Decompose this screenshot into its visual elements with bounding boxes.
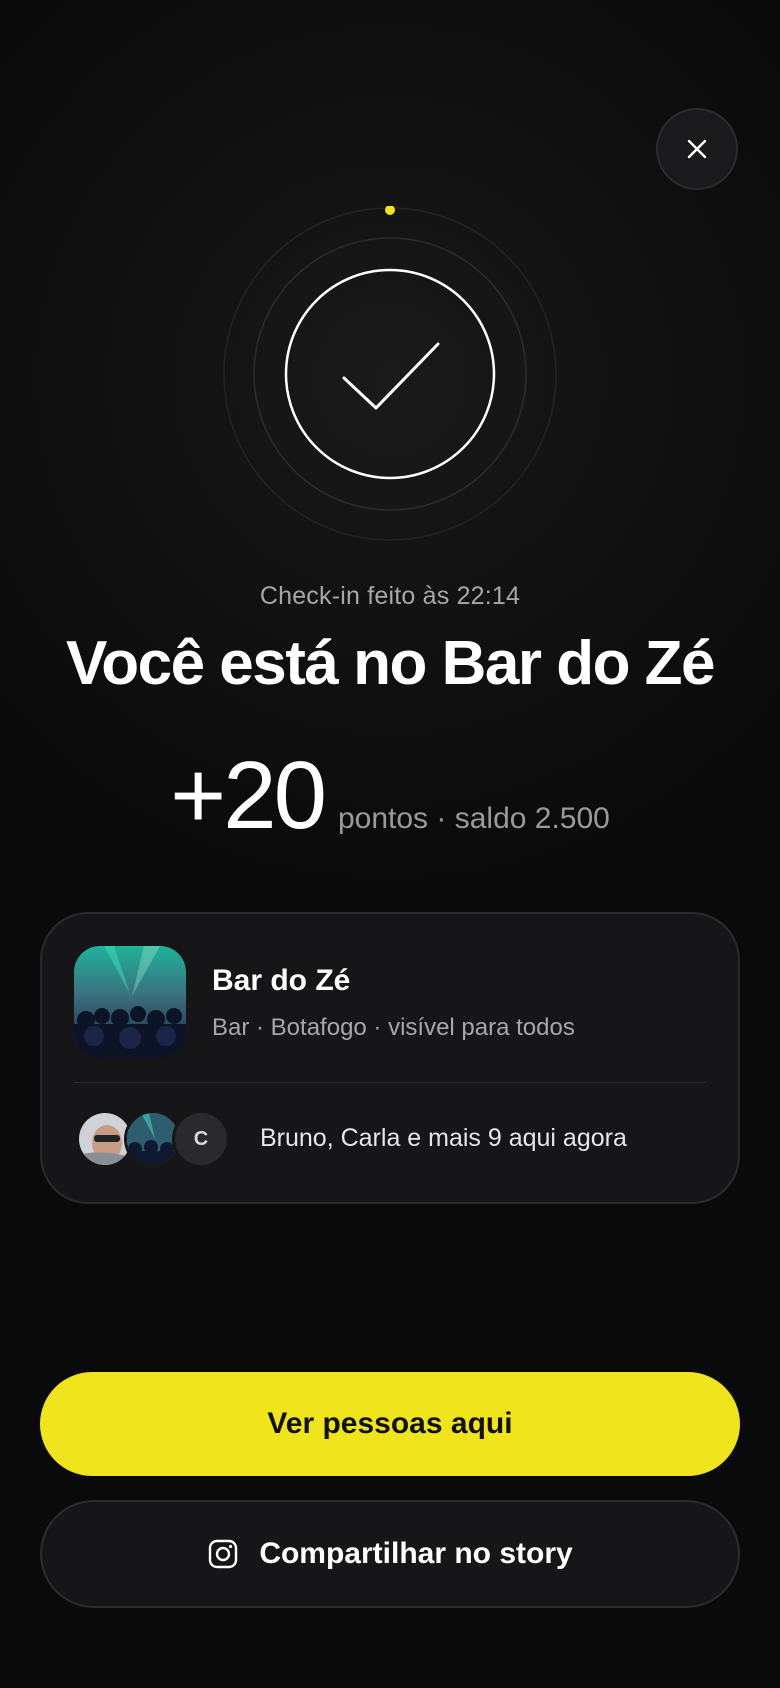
avatar-initial: C [172,1110,230,1168]
points-balance: pontos · saldo 2.500 [337,802,610,835]
page-title: Você está no Bar do Zé [65,629,716,698]
checkin-rings [223,206,557,541]
checkin-time: Check-in feito às 22:14 [259,582,521,610]
venue-meta: Bar · Botafogo · visível para todos [212,1014,575,1041]
people-here-text: Bruno, Carla e mais 9 aqui agora [260,1124,627,1152]
venue-card[interactable]: Bar do Zé Bar · Botafogo · visível para … [40,912,740,1204]
avatar-stack: C [76,1110,230,1168]
see-people-label: Ver pessoas aqui [267,1407,513,1440]
progress-dot [385,206,395,215]
venue-thumbnail [74,946,186,1058]
see-people-button[interactable]: Ver pessoas aqui [40,1372,740,1476]
close-button[interactable] [656,108,738,190]
points-earned: +20 pontos · saldo 2.500 [0,748,780,844]
points-value: +20 [170,742,327,849]
inner-ring [284,268,496,480]
check-icon [342,342,440,410]
outer-ring [223,207,557,541]
instagram-icon [209,1539,238,1569]
middle-ring [253,237,527,511]
divider [74,1082,706,1083]
share-story-button[interactable]: Compartilhar no story [40,1500,740,1608]
close-icon [687,139,707,159]
checkin-success-screen: Check-in feito às 22:14 Você está no Bar… [0,0,780,1688]
share-story-label: Compartilhar no story [259,1537,573,1570]
venue-name: Bar do Zé [212,964,351,997]
